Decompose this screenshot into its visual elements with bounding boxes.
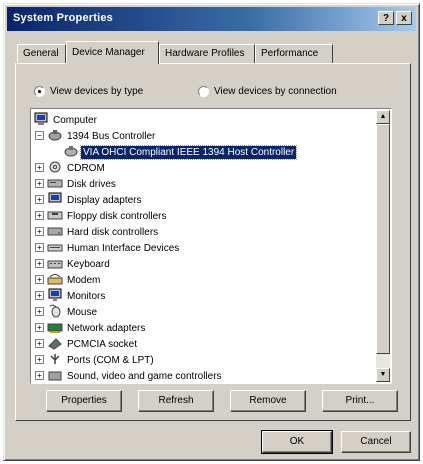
title-bar[interactable]: System Properties ? x bbox=[7, 7, 416, 31]
monitor-icon bbox=[48, 288, 62, 301]
display-adapter-icon bbox=[48, 192, 62, 203]
view-by-connection-label: View devices by connection bbox=[214, 86, 337, 97]
sound-icon bbox=[48, 371, 62, 381]
bus-controller-icon bbox=[48, 130, 62, 141]
tree-item-label: Sound, video and game controllers bbox=[67, 371, 222, 382]
tree-item-label: Network adapters bbox=[67, 323, 146, 334]
tree-item-label: Disk drives bbox=[67, 179, 116, 190]
tree-item-label: CDROM bbox=[67, 163, 105, 174]
tree-item-label: Human Interface Devices bbox=[67, 243, 180, 254]
tab-performance[interactable]: Performance bbox=[255, 44, 333, 63]
tab-device-manager[interactable]: Device Manager bbox=[66, 41, 159, 64]
properties-button[interactable]: Properties bbox=[46, 390, 122, 412]
tree-item-label: Mouse bbox=[67, 307, 98, 318]
computer-icon bbox=[34, 112, 48, 125]
pcmcia-icon bbox=[48, 338, 62, 350]
tab-hardware-profiles[interactable]: Hardware Profiles bbox=[159, 44, 255, 63]
expand-toggle[interactable]: + bbox=[35, 339, 44, 348]
scroll-up-arrow-icon[interactable]: ▲ bbox=[376, 110, 390, 124]
expand-toggle[interactable]: + bbox=[35, 195, 44, 204]
help-button[interactable]: ? bbox=[378, 11, 394, 25]
view-by-type-label: View devices by type bbox=[50, 86, 144, 97]
expand-toggle[interactable]: + bbox=[35, 307, 44, 316]
ports-icon bbox=[50, 354, 60, 364]
refresh-button[interactable]: Refresh bbox=[138, 390, 214, 412]
mouse-icon bbox=[49, 304, 61, 318]
print-button[interactable]: Print... bbox=[322, 390, 398, 412]
cdrom-icon bbox=[49, 161, 61, 173]
tree-item-label: PCMCIA socket bbox=[67, 339, 138, 350]
tree-item-label: Ports (COM & LPT) bbox=[67, 355, 154, 366]
keyboard-icon bbox=[47, 260, 63, 269]
floppy-controller-icon bbox=[47, 211, 63, 220]
view-by-connection-option[interactable]: View devices by connection bbox=[198, 86, 337, 97]
tree-item-label: Monitors bbox=[67, 291, 106, 302]
window-title: System Properties bbox=[13, 12, 113, 24]
expand-toggle[interactable]: + bbox=[35, 371, 44, 380]
view-by-connection-radio[interactable] bbox=[198, 86, 209, 97]
network-adapter-icon bbox=[47, 323, 63, 333]
tree-item-label: Modem bbox=[67, 275, 101, 286]
expand-toggle[interactable]: + bbox=[35, 275, 44, 284]
tab-general[interactable]: General bbox=[17, 44, 66, 63]
modem-icon bbox=[47, 274, 63, 285]
system-properties-window: System Properties ? x General Device Man… bbox=[3, 3, 420, 461]
remove-button[interactable]: Remove bbox=[230, 390, 306, 412]
tree-item-label: 1394 Bus Controller bbox=[67, 131, 156, 142]
device-tree[interactable]: Computer − 1394 Bus Controller VIA OHCI … bbox=[30, 108, 392, 384]
tree-item-label: Hard disk controllers bbox=[67, 227, 159, 238]
cancel-button[interactable]: Cancel bbox=[341, 431, 411, 453]
tree-root-label: Computer bbox=[53, 115, 97, 126]
expand-toggle[interactable]: + bbox=[35, 355, 44, 364]
expand-toggle[interactable]: + bbox=[35, 259, 44, 268]
expand-toggle[interactable]: + bbox=[35, 211, 44, 220]
hid-icon bbox=[47, 244, 63, 252]
device-manager-panel: View devices by type View devices by con… bbox=[15, 63, 411, 421]
scroll-thumb[interactable] bbox=[376, 124, 390, 354]
tree-item-label: Keyboard bbox=[67, 259, 110, 270]
view-by-type-option[interactable]: View devices by type bbox=[34, 86, 143, 97]
device-icon bbox=[64, 146, 78, 157]
close-button[interactable]: x bbox=[396, 11, 412, 25]
hard-disk-controller-icon bbox=[47, 227, 63, 236]
view-by-type-radio[interactable] bbox=[34, 86, 45, 97]
tree-item-label: Floppy disk controllers bbox=[67, 211, 167, 222]
expand-toggle[interactable]: + bbox=[35, 227, 44, 236]
collapse-toggle[interactable]: − bbox=[35, 131, 44, 140]
tree-item-label: Display adapters bbox=[67, 195, 142, 206]
tree-item-label: VIA OHCI Compliant IEEE 1394 Host Contro… bbox=[79, 145, 298, 160]
expand-toggle[interactable]: + bbox=[35, 323, 44, 332]
expand-toggle[interactable]: + bbox=[35, 243, 44, 252]
disk-drive-icon bbox=[47, 179, 63, 188]
expand-toggle[interactable]: + bbox=[35, 163, 44, 172]
expand-toggle[interactable]: + bbox=[35, 179, 44, 188]
tree-vertical-scrollbar[interactable]: ▲ ▼ bbox=[376, 110, 390, 382]
scroll-down-arrow-icon[interactable]: ▼ bbox=[376, 368, 390, 382]
ok-button[interactable]: OK bbox=[261, 430, 333, 454]
expand-toggle[interactable]: + bbox=[35, 291, 44, 300]
